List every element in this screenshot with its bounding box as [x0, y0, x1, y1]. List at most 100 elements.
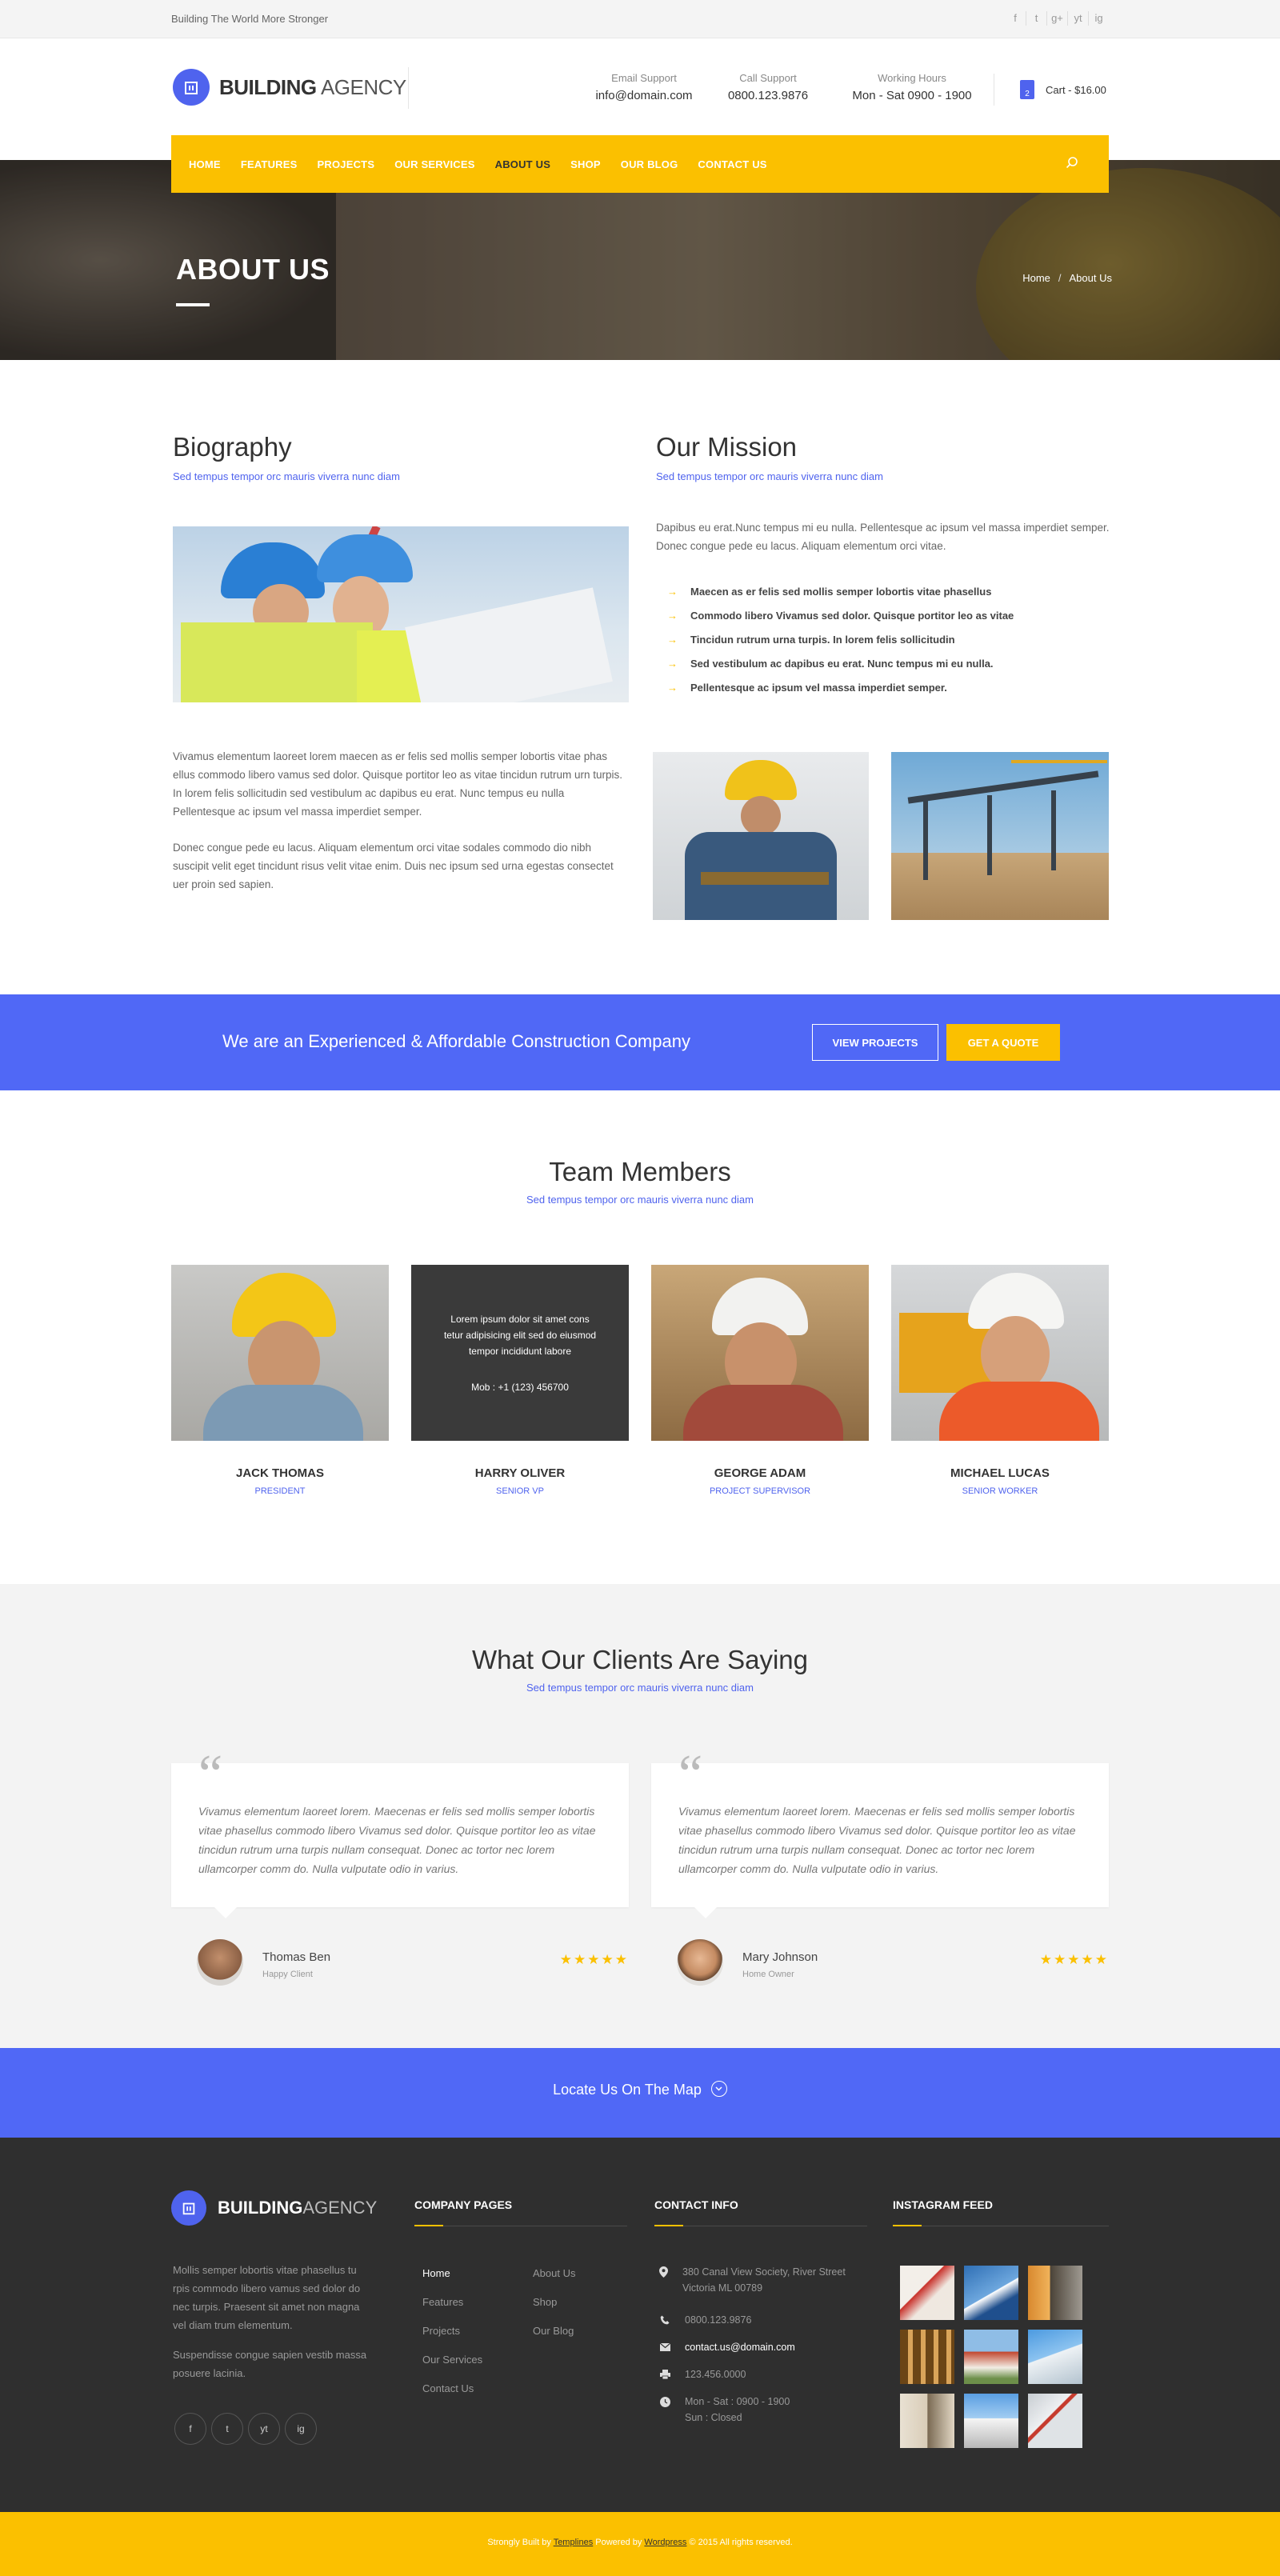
- footer-logo[interactable]: BUILDINGAGENCY: [171, 2190, 377, 2226]
- avatar: [197, 1939, 243, 1986]
- steel-frame-image: [891, 752, 1109, 920]
- cart[interactable]: 2 Cart - $16.00: [994, 74, 1106, 106]
- nav-home[interactable]: HOME: [189, 158, 221, 170]
- title-underline: [176, 303, 210, 306]
- member-name: GEORGE ADAM: [714, 1466, 806, 1480]
- twitter-icon[interactable]: t: [1026, 11, 1046, 26]
- instagram-thumb[interactable]: [964, 2330, 1018, 2384]
- printer-icon: [659, 2369, 670, 2380]
- company-pages-title: COMPANY PAGES: [414, 2198, 513, 2211]
- footer-link-shop[interactable]: Shop: [533, 2296, 557, 2308]
- footer-link-projects[interactable]: Projects: [422, 2325, 460, 2337]
- map-toggle[interactable]: Locate Us On The Map: [0, 2048, 1280, 2138]
- team-card[interactable]: MICHAEL LUCAS SENIOR WORKER: [891, 1265, 1109, 1496]
- testimonial-author: Mary Johnson Home Owner ★★★★★: [651, 1939, 1109, 1987]
- list-item: → Pellentesque ac ipsum vel massa imperdi…: [667, 682, 947, 694]
- team-title: Team Members: [549, 1157, 731, 1186]
- copyright-bar: Strongly Built by Templines Powered by W…: [0, 2512, 1280, 2576]
- top-bar: Building The World More Stronger f t g+ …: [0, 0, 1280, 38]
- email-support: Email Support info@domain.com: [595, 72, 693, 102]
- logo-text: BUILDING AGENCY: [219, 74, 406, 99]
- templines-link[interactable]: Templines: [554, 2538, 594, 2547]
- footer-link-features[interactable]: Features: [422, 2296, 463, 2308]
- nav-projects[interactable]: PROJECTS: [318, 158, 375, 170]
- clock-icon: [659, 2396, 670, 2407]
- cart-total: Cart - $16.00: [1046, 83, 1106, 96]
- instagram-thumb[interactable]: [964, 2266, 1018, 2320]
- top-social: f t g+ yt ig: [1005, 11, 1109, 26]
- testimonials-subtitle: Sed tempus tempor orc mauris viverra nun…: [526, 1682, 754, 1694]
- map-label[interactable]: Locate Us On The Map: [553, 2082, 702, 2098]
- footer-link-about[interactable]: About Us: [533, 2267, 575, 2279]
- biography-heading: Biography Sed tempus tempor orc mauris v…: [173, 432, 400, 482]
- facebook-icon[interactable]: f: [1005, 11, 1026, 26]
- instagram-icon[interactable]: ig: [1088, 11, 1109, 26]
- author-name: Thomas Ben: [262, 1950, 331, 1964]
- envelope-icon: [659, 2342, 670, 2353]
- youtube-icon[interactable]: yt: [248, 2413, 280, 2445]
- cta-banner: We are an Experienced & Affordable Const…: [0, 994, 1280, 1090]
- instagram-thumb[interactable]: [900, 2330, 954, 2384]
- avatar: [677, 1939, 723, 1986]
- mission-title: Our Mission: [656, 432, 798, 462]
- rating-stars-icon: ★★★★★: [1039, 1952, 1109, 1967]
- footer-link-blog[interactable]: Our Blog: [533, 2325, 574, 2337]
- quote-icon: “: [198, 1743, 223, 1804]
- instagram-thumb[interactable]: [1028, 2394, 1082, 2448]
- chevron-down-icon[interactable]: [710, 2081, 727, 2098]
- instagram-thumb[interactable]: [964, 2394, 1018, 2448]
- view-projects-button[interactable]: VIEW PROJECTS: [812, 1024, 938, 1061]
- footer-link-services[interactable]: Our Services: [422, 2354, 482, 2366]
- footer-about: Mollis semper lobortis vitae phasellus t…: [173, 2264, 367, 2379]
- nav-shop[interactable]: SHOP: [570, 158, 601, 170]
- biography-title: Biography: [173, 432, 292, 462]
- testimonial-card: “ Vivamus elementum laoreet lorem. Maece…: [651, 1743, 1109, 1918]
- cta-text: We are an Experienced & Affordable Const…: [222, 1031, 690, 1051]
- testimonial-text: Vivamus elementum laoreet lorem. Maecena…: [198, 1805, 596, 1875]
- shopping-bag-icon: 2: [1020, 80, 1034, 99]
- member-name: MICHAEL LUCAS: [950, 1466, 1050, 1480]
- logo[interactable]: BUILDING AGENCY: [173, 69, 406, 106]
- twitter-icon[interactable]: t: [211, 2413, 243, 2445]
- divider: [408, 67, 409, 109]
- team-card[interactable]: GEORGE ADAM PROJECT SUPERVISOR: [651, 1265, 869, 1496]
- instagram-thumb[interactable]: [1028, 2266, 1082, 2320]
- footer-email[interactable]: contact.us@domain.com: [659, 2339, 795, 2355]
- nav-our-services[interactable]: OUR SERVICES: [394, 158, 474, 170]
- get-quote-button[interactable]: GET A QUOTE: [946, 1024, 1060, 1061]
- nav-about-us[interactable]: ABOUT US: [495, 158, 551, 170]
- member-photo: [171, 1265, 389, 1441]
- contact-info-title: CONTACT INFO: [654, 2198, 738, 2211]
- team-card[interactable]: Lorem ipsum dolor sit amet cons tetur ad…: [411, 1265, 629, 1496]
- nav-contact-us[interactable]: CONTACT US: [698, 158, 766, 170]
- wordpress-link[interactable]: Wordpress: [644, 2538, 686, 2547]
- footer-hours: Mon - Sat : 0900 - 1900 Sun : Closed: [659, 2394, 790, 2426]
- youtube-icon[interactable]: yt: [1067, 11, 1088, 26]
- footer-link-home[interactable]: Home: [422, 2267, 450, 2279]
- instagram-thumb[interactable]: [1028, 2330, 1082, 2384]
- quote-icon: “: [678, 1743, 703, 1804]
- footer-link-contact[interactable]: Contact Us: [422, 2382, 474, 2394]
- footer-phone: 0800.123.9876: [659, 2312, 751, 2328]
- team-card[interactable]: JACK THOMAS PRESIDENT: [171, 1265, 389, 1496]
- instagram-feed-title: INSTAGRAM FEED: [893, 2198, 993, 2211]
- google-plus-icon[interactable]: g+: [1046, 11, 1067, 26]
- working-hours: Working Hours Mon - Sat 0900 - 1900: [852, 72, 972, 102]
- footer-fax: 123.456.0000: [659, 2366, 746, 2382]
- instagram-icon[interactable]: ig: [285, 2413, 317, 2445]
- author-role: Home Owner: [742, 1970, 794, 1979]
- instagram-thumb[interactable]: [900, 2266, 954, 2320]
- list-item: → Tincidun rutrum urna turpis. In lorem f…: [667, 634, 955, 646]
- breadcrumb-home[interactable]: Home: [1022, 272, 1050, 284]
- search-icon[interactable]: [1066, 156, 1078, 169]
- tagline: Building The World More Stronger: [171, 13, 329, 25]
- member-photo-hover: Lorem ipsum dolor sit amet cons tetur ad…: [411, 1265, 629, 1441]
- worker-image: [653, 752, 869, 920]
- footer: BUILDINGAGENCY Mollis semper lobortis vi…: [0, 2138, 1280, 2512]
- nav-our-blog[interactable]: OUR BLOG: [621, 158, 678, 170]
- member-role: PRESIDENT: [254, 1486, 306, 1496]
- facebook-icon[interactable]: f: [174, 2413, 206, 2445]
- testimonials-section: What Our Clients Are Saying Sed tempus t…: [0, 1584, 1280, 2048]
- instagram-thumb[interactable]: [900, 2394, 954, 2448]
- nav-features[interactable]: FEATURES: [241, 158, 298, 170]
